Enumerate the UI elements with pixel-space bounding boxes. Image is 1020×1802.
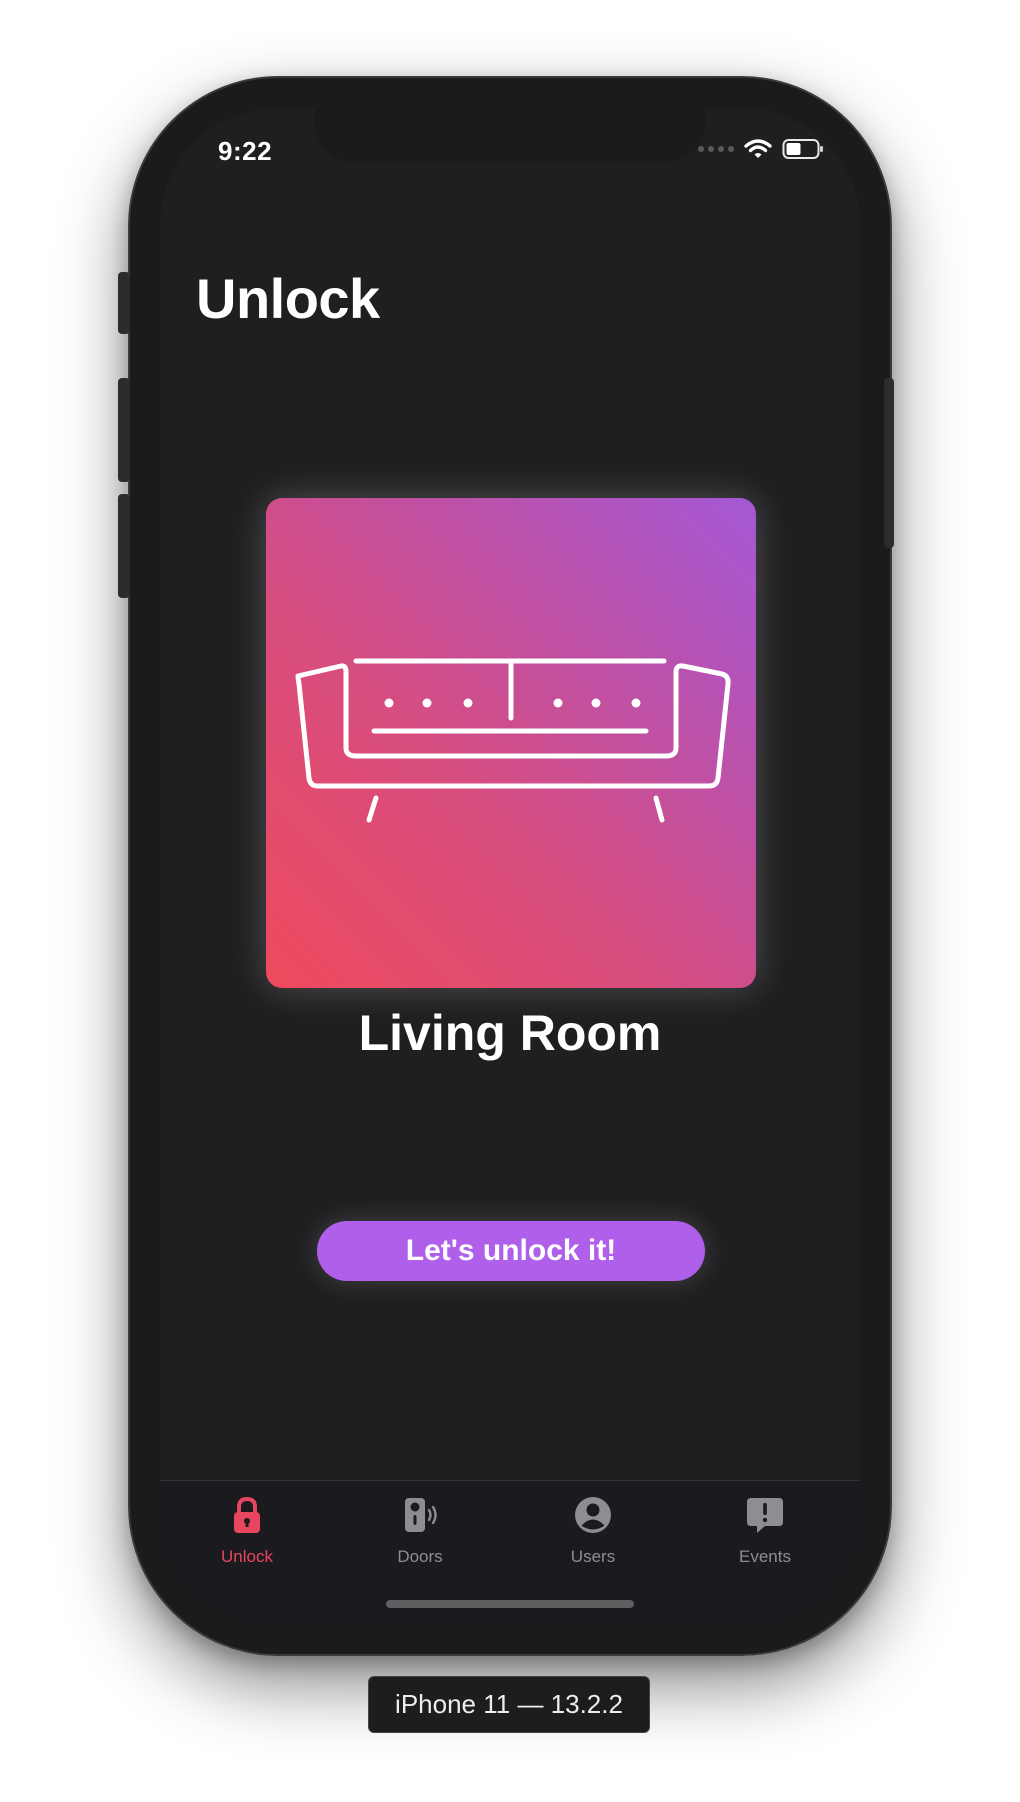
power-button: [884, 378, 894, 548]
home-indicator[interactable]: [386, 1600, 634, 1608]
volume-down-button: [118, 494, 130, 598]
tab-users[interactable]: Users: [523, 1495, 663, 1585]
wifi-icon: [744, 139, 772, 158]
volume-up-button: [118, 378, 130, 482]
room-card[interactable]: [266, 498, 756, 988]
tab-unlock[interactable]: Unlock: [177, 1495, 317, 1585]
lock-icon: [234, 1496, 260, 1533]
notch: [315, 108, 705, 162]
room-name: Living Room: [358, 1005, 662, 1061]
tab-unlock-label: Unlock: [221, 1547, 273, 1566]
tab-doors[interactable]: Doors: [350, 1495, 490, 1585]
tab-events[interactable]: Events: [695, 1495, 835, 1585]
user-circle-icon: [575, 1497, 611, 1533]
simulator-device-label: iPhone 11 — 13.2.2: [368, 1676, 650, 1733]
door-sensor-icon: [405, 1498, 437, 1532]
unlock-button[interactable]: Let's unlock it!: [317, 1221, 705, 1281]
status-icons: [698, 138, 824, 160]
page-title: Unlock: [196, 267, 380, 330]
tab-events-label: Events: [739, 1547, 791, 1566]
tab-doors-label: Doors: [397, 1547, 443, 1566]
app-screen: 9:22 Unlock Living Room Let's unlock it!…: [160, 108, 860, 1624]
alert-bubble-icon: [747, 1498, 783, 1533]
battery-icon: [782, 139, 823, 159]
tab-users-label: Users: [570, 1547, 616, 1566]
status-time: 9:22: [218, 136, 273, 166]
mute-switch: [118, 272, 130, 334]
cellular-dots-icon: [698, 146, 734, 152]
sofa-icon: [295, 658, 731, 823]
